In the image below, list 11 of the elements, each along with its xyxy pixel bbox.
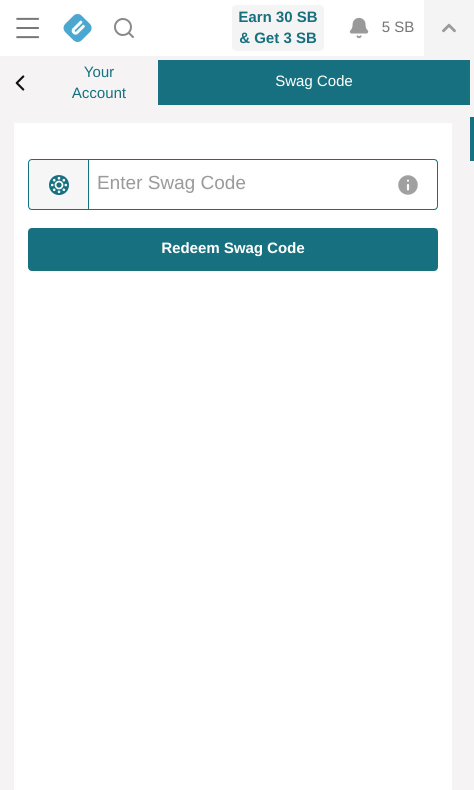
gear-icon <box>46 172 70 196</box>
swag-code-input[interactable]: Enter Swag Code <box>97 170 395 199</box>
search-icon[interactable] <box>112 15 136 41</box>
tab[interactable]: Swag Code <box>158 60 470 105</box>
balance-text: 5 SB <box>382 18 414 38</box>
redeem-button[interactable]: Redeem Swag Code <box>28 228 438 271</box>
promo-badge[interactable]: Earn 30 SB & Get 3 SB <box>232 5 324 51</box>
swag-code-field[interactable]: Enter Swag Code <box>28 159 438 210</box>
scrollbar-thumb[interactable] <box>470 117 474 161</box>
tab[interactable]: Your Account <box>40 60 158 105</box>
bell-icon[interactable] <box>348 16 370 40</box>
